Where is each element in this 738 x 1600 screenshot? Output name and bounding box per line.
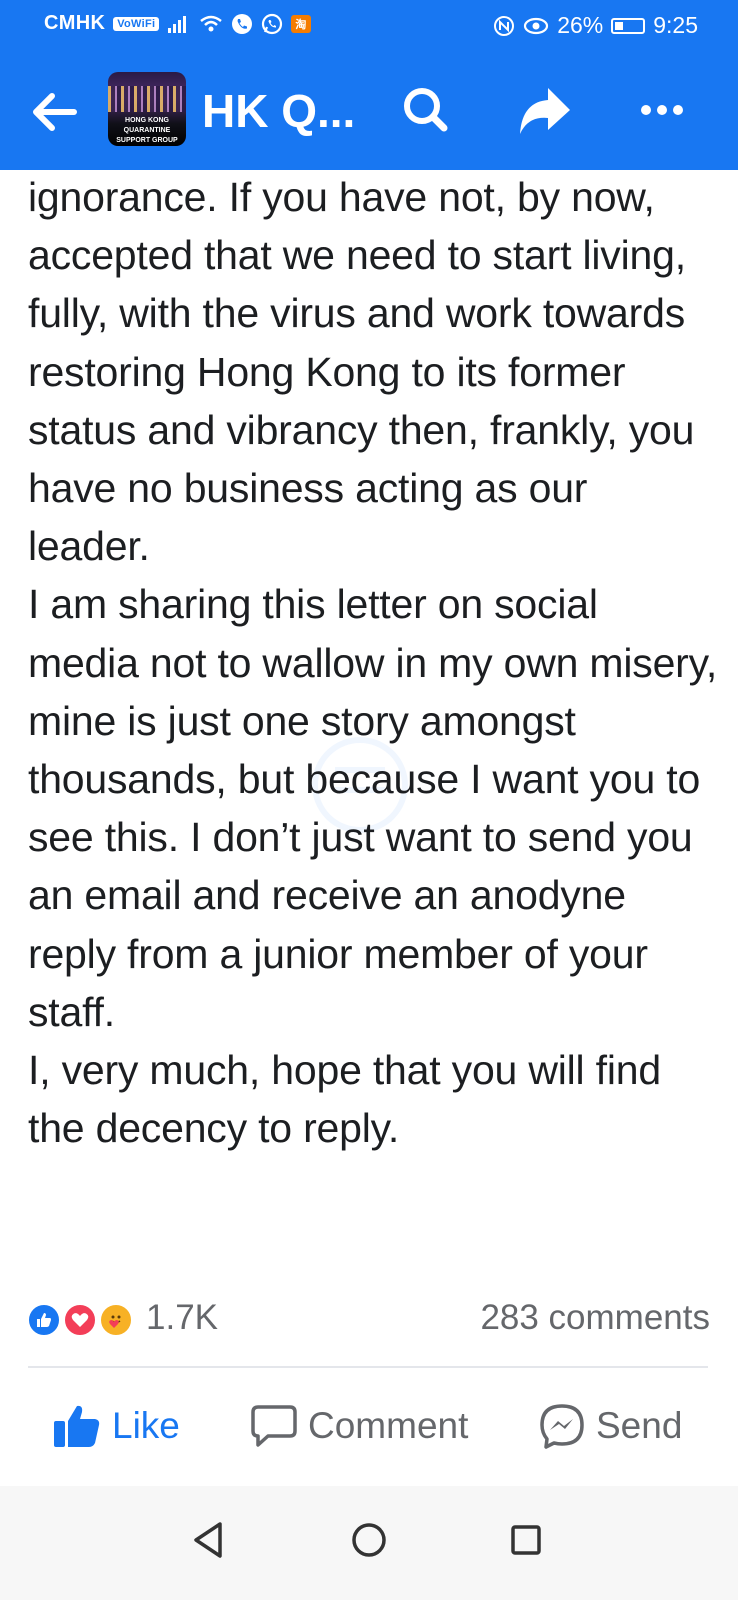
carrier-label: CMHK <box>44 12 106 34</box>
system-nav-bar <box>0 1486 738 1600</box>
nav-recent-icon[interactable] <box>498 1512 554 1568</box>
like-reaction-icon <box>26 1302 62 1338</box>
nav-home-icon[interactable] <box>341 1512 397 1568</box>
reaction-count: 1.7K <box>146 1298 218 1337</box>
like-button[interactable]: Like <box>52 1388 180 1464</box>
app-header: CMHK VoWiFi 淘 26% 9:25 HONG KONG QUARANT… <box>0 0 738 170</box>
share-icon[interactable] <box>514 80 574 140</box>
battery-icon <box>611 17 646 34</box>
reaction-summary[interactable]: 1.7K 283 comments <box>26 1296 710 1346</box>
app-bar: HONG KONG QUARANTINE SUPPORT GROUP HK Q.… <box>0 60 738 160</box>
comments-count[interactable]: 283 comments <box>480 1298 710 1338</box>
battery-percent: 26% <box>557 12 604 38</box>
phone-icon <box>232 13 253 34</box>
more-icon[interactable] <box>632 80 692 140</box>
post-paragraph: ignorance. If you have not, by now, acce… <box>28 174 695 570</box>
status-bar: CMHK VoWiFi 淘 26% 9:25 <box>0 0 738 52</box>
send-button[interactable]: Send <box>538 1388 682 1464</box>
eye-comfort-icon <box>524 17 549 34</box>
comment-button[interactable]: Comment <box>250 1388 468 1464</box>
clock: 9:25 <box>653 12 698 38</box>
group-avatar-text: HONG KONG QUARANTINE SUPPORT GROUP <box>116 117 178 144</box>
page-title[interactable]: HK Q... <box>202 84 355 138</box>
divider <box>28 1366 708 1368</box>
whatsapp-icon <box>262 13 283 34</box>
care-reaction-icon <box>98 1302 134 1338</box>
send-label: Send <box>596 1405 683 1446</box>
nav-back-icon[interactable] <box>182 1512 238 1568</box>
like-label: Like <box>112 1405 180 1446</box>
comment-label: Comment <box>308 1405 469 1446</box>
thumbs-up-icon <box>54 1405 100 1447</box>
signal-icon <box>168 15 187 33</box>
post-actions: Like Comment Send <box>0 1388 738 1464</box>
comment-icon <box>251 1405 297 1447</box>
group-avatar[interactable]: HONG KONG QUARANTINE SUPPORT GROUP <box>108 72 186 146</box>
search-icon[interactable] <box>396 80 456 140</box>
vowifi-badge: VoWiFi <box>113 16 160 31</box>
wifi-icon <box>200 15 223 31</box>
post-body: ignorance. If you have not, by now, acce… <box>28 168 718 1157</box>
messenger-icon <box>540 1404 584 1449</box>
post-paragraph: I, very much, hope that you will find th… <box>28 1047 661 1152</box>
nfc-icon <box>494 15 515 36</box>
love-reaction-icon <box>62 1302 98 1338</box>
post-paragraph: I am sharing this letter on social media… <box>28 581 718 1035</box>
taobao-icon: 淘 <box>291 14 311 33</box>
back-arrow-icon[interactable] <box>26 84 82 140</box>
